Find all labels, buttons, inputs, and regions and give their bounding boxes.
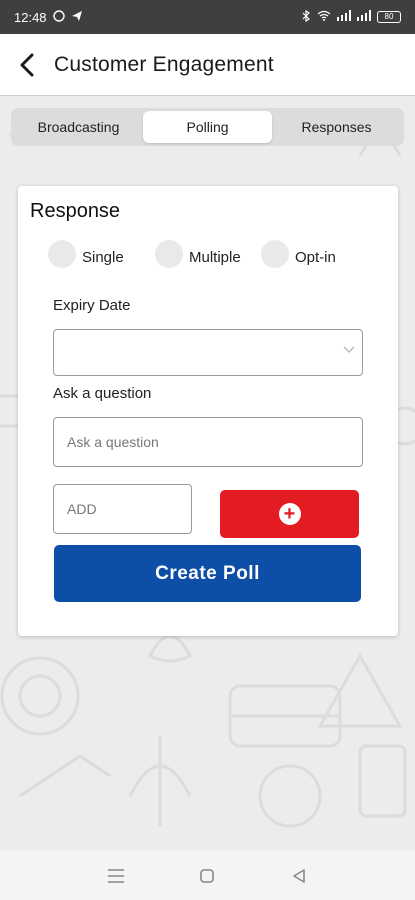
radio-optin-label: Opt-in — [295, 248, 336, 266]
radio-single[interactable]: Single — [48, 240, 124, 268]
expiry-date-select[interactable] — [53, 329, 363, 376]
system-nav-bar — [0, 851, 415, 900]
status-right: 80 — [302, 9, 401, 25]
signal-icon-2 — [357, 10, 371, 24]
question-input[interactable]: Ask a question — [53, 417, 363, 467]
wifi-icon — [317, 10, 331, 24]
radio-multiple[interactable]: Multiple — [155, 240, 241, 268]
page-title: Customer Engagement — [54, 52, 274, 76]
menu-icon — [107, 868, 124, 883]
recent-apps-button[interactable] — [96, 856, 136, 896]
status-left: 12:48 — [14, 10, 83, 25]
radio-multiple-label: Multiple — [189, 248, 241, 266]
tab-polling[interactable]: Polling — [143, 111, 272, 143]
create-poll-button[interactable]: Create Poll — [54, 545, 361, 602]
tab-broadcasting[interactable]: Broadcasting — [14, 111, 143, 143]
add-option-placeholder: ADD — [67, 501, 97, 517]
expiry-date-label: Expiry Date — [53, 297, 131, 314]
status-bar: 12:48 80 — [0, 0, 415, 34]
ask-question-label: Ask a question — [53, 385, 152, 402]
back-nav-button[interactable] — [279, 856, 319, 896]
question-placeholder: Ask a question — [67, 434, 159, 450]
plus-circle-icon: + — [278, 503, 301, 525]
square-icon — [200, 868, 215, 883]
poll-form-card: Response Single Multiple Opt-in Expiry D… — [18, 186, 398, 636]
chevron-down-icon — [343, 346, 355, 354]
add-option-button[interactable]: + — [220, 490, 359, 538]
bluetooth-icon — [302, 9, 311, 25]
triangle-back-icon — [293, 868, 305, 883]
arrow-back-icon — [20, 53, 34, 76]
tab-responses[interactable]: Responses — [272, 111, 401, 143]
back-button[interactable] — [0, 34, 54, 96]
add-option-input[interactable]: ADD — [53, 484, 192, 534]
radio-optin[interactable]: Opt-in — [261, 240, 336, 268]
app-header: Customer Engagement — [0, 34, 415, 96]
radio-circle — [261, 240, 289, 268]
status-time: 12:48 — [14, 9, 47, 25]
telegram-icon — [71, 10, 83, 25]
whatsapp-icon — [52, 9, 65, 25]
response-heading: Response — [30, 200, 121, 222]
home-button[interactable] — [187, 856, 227, 896]
tab-bar: Broadcasting Polling Responses — [11, 108, 404, 146]
response-type-group: Single Multiple Opt-in — [48, 240, 388, 274]
radio-circle — [155, 240, 183, 268]
battery-icon: 80 — [377, 11, 401, 23]
signal-icon — [337, 10, 351, 24]
radio-circle — [48, 240, 76, 268]
radio-single-label: Single — [82, 248, 124, 266]
